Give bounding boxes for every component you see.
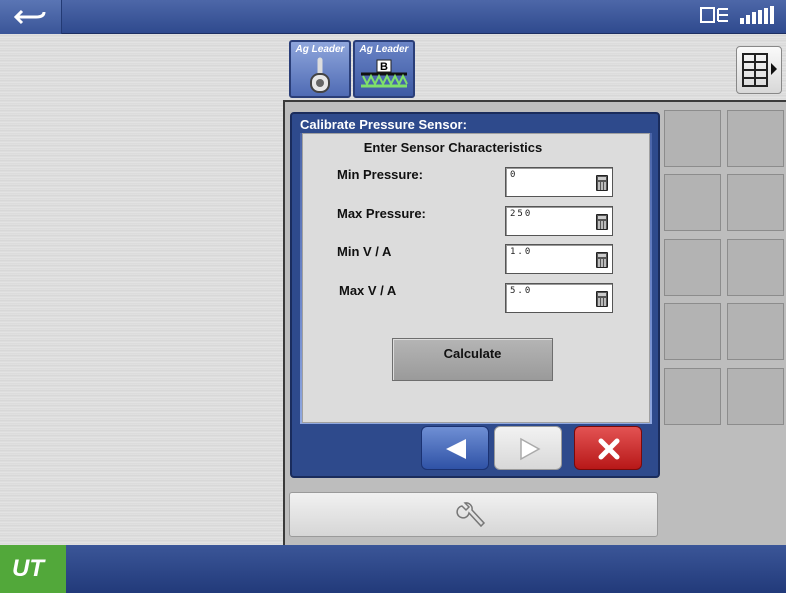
max-va-field[interactable]: 5.0: [505, 283, 613, 313]
grid-tile[interactable]: [727, 110, 784, 167]
min-pressure-value: 0: [510, 170, 518, 180]
tab-ag-leader-switch[interactable]: Ag Leader: [289, 40, 351, 98]
grid-menu-icon: [742, 53, 777, 87]
grid-tile[interactable]: [664, 174, 721, 231]
grid-tile[interactable]: [664, 110, 721, 167]
close-icon: [598, 438, 620, 460]
display-status-icon[interactable]: [700, 4, 730, 26]
min-va-label: Min V / A: [337, 244, 392, 259]
boom-section-icon: B: [361, 59, 408, 88]
grid-tile[interactable]: [727, 174, 784, 231]
wrench-icon: [456, 502, 486, 528]
max-pressure-label: Max Pressure:: [337, 206, 426, 221]
min-va-field[interactable]: 1.0: [505, 244, 613, 274]
back-button[interactable]: [0, 0, 62, 34]
grid-tile[interactable]: [664, 239, 721, 296]
arrow-left-icon: [446, 439, 466, 459]
max-pressure-field[interactable]: 250: [505, 206, 613, 236]
arrow-right-icon: [520, 437, 541, 461]
min-pressure-label: Min Pressure:: [337, 167, 423, 182]
grid-tile[interactable]: [727, 368, 784, 425]
tab-label: Ag Leader: [295, 44, 345, 55]
dialog-subtitle: Enter Sensor Characteristics: [363, 140, 543, 155]
min-va-value: 1.0: [510, 247, 533, 257]
ut-logo: UT: [12, 555, 44, 582]
max-va-value: 5.0: [510, 286, 533, 296]
settings-tool-button[interactable]: [289, 492, 658, 537]
min-pressure-field[interactable]: 0: [505, 167, 613, 197]
universal-terminal-button[interactable]: UT: [0, 545, 66, 593]
max-pressure-value: 250: [510, 209, 533, 219]
grid-tile[interactable]: [664, 303, 721, 360]
next-button[interactable]: [494, 426, 562, 470]
calculate-button[interactable]: Calculate: [392, 338, 553, 381]
previous-button[interactable]: [421, 426, 489, 470]
tab-ag-leader-boom[interactable]: Ag Leader B: [353, 40, 415, 98]
grid-tile[interactable]: [664, 368, 721, 425]
signal-bars-icon[interactable]: [738, 4, 778, 26]
bottom-bar: UT: [0, 545, 786, 593]
top-bar: [0, 0, 786, 34]
calculator-icon[interactable]: [596, 291, 608, 307]
toggle-switch-icon: [310, 57, 330, 93]
calculator-icon[interactable]: [596, 214, 608, 230]
calculator-icon[interactable]: [596, 252, 608, 268]
dialog-title: Calibrate Pressure Sensor:: [300, 117, 467, 132]
calculator-icon[interactable]: [596, 175, 608, 191]
grid-tile[interactable]: [727, 239, 784, 296]
undo-arrow-icon: [13, 9, 45, 25]
left-panel: [0, 34, 283, 545]
calculate-label: Calculate: [443, 346, 502, 361]
grid-tile[interactable]: [727, 303, 784, 360]
calibrate-dialog: Calibrate Pressure Sensor: Enter Sensor …: [290, 112, 660, 478]
tab-label: Ag Leader: [359, 44, 409, 55]
max-va-label: Max V / A: [339, 283, 397, 298]
boom-badge: B: [380, 61, 388, 73]
cancel-button[interactable]: [574, 426, 642, 470]
grid-menu-button[interactable]: [736, 46, 782, 94]
